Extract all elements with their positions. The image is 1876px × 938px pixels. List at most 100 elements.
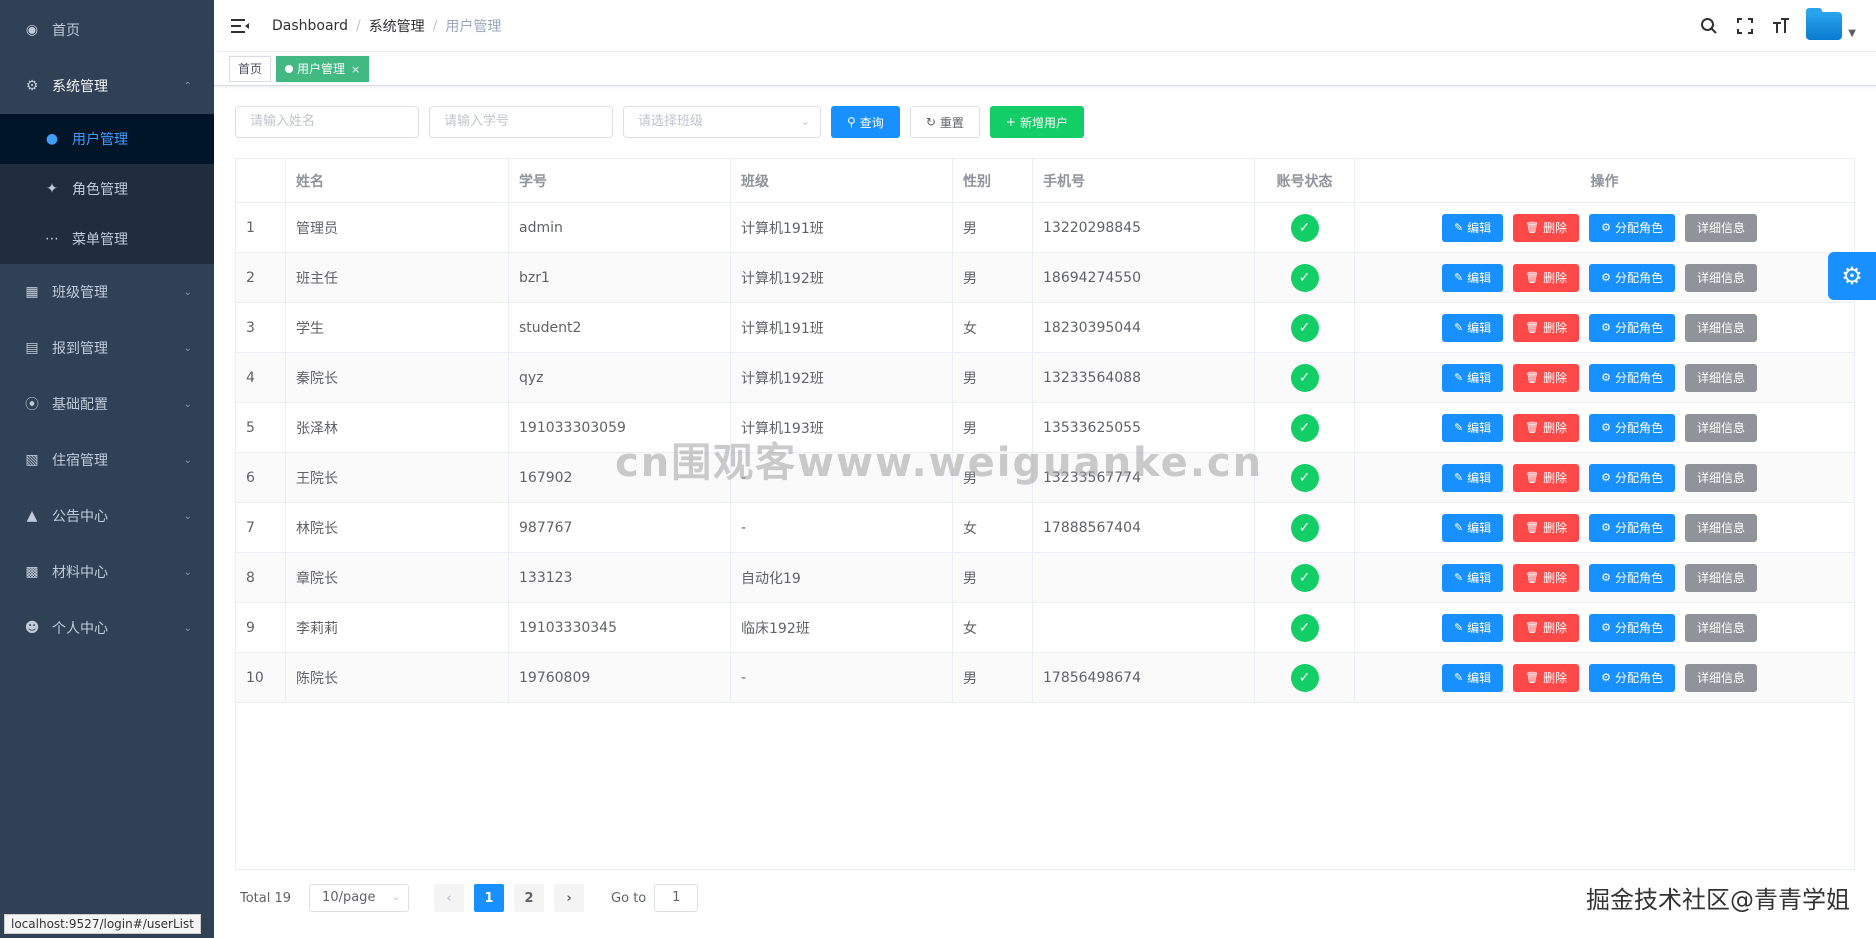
row-sex: 男 [953, 203, 1033, 252]
check-icon[interactable]: ✓ [1290, 563, 1319, 592]
details-button[interactable]: 详细信息 [1685, 413, 1758, 442]
check-icon[interactable]: ✓ [1290, 263, 1319, 292]
table-row: 10 陈院长 19760809- 男 17856498674 ✓ ✎ 编辑 🗑 删除 ⚙ 分配角色 详细… [236, 653, 1854, 703]
details-button[interactable]: 详细信息 [1685, 613, 1758, 642]
sidebar-item-profile[interactable]: ☻ 个人中心 ⌄ [0, 600, 214, 656]
delete-icon: 🗑 [1525, 521, 1540, 534]
check-icon[interactable]: ✓ [1290, 513, 1319, 542]
page-2-button[interactable]: 2 [514, 884, 545, 912]
edit-button[interactable]: ✎ 编辑 [1441, 363, 1504, 392]
edit-button[interactable]: ✎ 编辑 [1441, 563, 1504, 592]
edit-button[interactable]: ✎ 编辑 [1441, 613, 1504, 642]
delete-button[interactable]: 🗑 删除 [1513, 463, 1580, 492]
details-button[interactable]: 详细信息 [1685, 363, 1758, 392]
edit-button[interactable]: ✎ 编辑 [1441, 413, 1504, 442]
sidebar-item-system[interactable]: ⚙ 系统管理 ⌃ [0, 58, 214, 114]
table-row: 9 李莉莉 19103330345 临床192班女 ✓ ✎ 编辑 🗑 删除 ⚙ 分配角色 详细信息 [236, 603, 1854, 653]
caret-down-icon[interactable]: ▼ [1848, 28, 1856, 39]
check-icon[interactable]: ✓ [1290, 613, 1319, 642]
assign-role-button[interactable]: ⚙ 分配角色 [1589, 513, 1676, 542]
sidebar-item-menus[interactable]: ⋯ 菜单管理 [0, 214, 214, 264]
reset-button[interactable]: ↻ 重置 [909, 106, 980, 138]
check-icon[interactable]: ✓ [1290, 663, 1319, 692]
sidebar-item-config[interactable]: ⦿ 基础配置 ⌄ [0, 376, 214, 432]
search-icon[interactable] [1698, 15, 1720, 37]
header-student-id: 学号 [509, 159, 731, 202]
assign-role-button[interactable]: ⚙ 分配角色 [1589, 663, 1676, 692]
check-icon[interactable]: ✓ [1290, 313, 1319, 342]
search-button[interactable]: ⚲ 查询 [831, 106, 900, 138]
sidebar-item-users[interactable]: ● 用户管理 [0, 114, 214, 164]
settings-button[interactable]: ⚙ [1828, 252, 1876, 300]
chevron-down-icon: ⌄ [183, 342, 192, 354]
edit-button[interactable]: ✎ 编辑 [1441, 213, 1504, 242]
close-icon[interactable]: × [351, 63, 360, 76]
add-user-button-label: 新增用户 [1019, 115, 1068, 130]
breadcrumb-dashboard[interactable]: Dashboard [272, 18, 348, 34]
edit-button[interactable]: ✎ 编辑 [1441, 463, 1504, 492]
details-button[interactable]: 详细信息 [1685, 263, 1758, 292]
assign-role-button[interactable]: ⚙ 分配角色 [1589, 263, 1676, 292]
assign-role-icon: ⚙ [1601, 221, 1612, 234]
prev-page-button[interactable]: ‹ [434, 884, 465, 912]
check-icon[interactable]: ✓ [1290, 363, 1319, 392]
sidebar-item-notice[interactable]: ▲ 公告中心 ⌄ [0, 488, 214, 544]
assign-role-button[interactable]: ⚙ 分配角色 [1589, 413, 1676, 442]
tag-user-management[interactable]: 用户管理 × [276, 56, 370, 82]
delete-button[interactable]: 🗑 删除 [1513, 413, 1580, 442]
sidebar-item-dorm[interactable]: ▧ 住宿管理 ⌄ [0, 432, 214, 488]
fullscreen-icon[interactable] [1734, 15, 1756, 37]
delete-button[interactable]: 🗑 删除 [1513, 613, 1580, 642]
assign-role-button[interactable]: ⚙ 分配角色 [1589, 563, 1676, 592]
details-button[interactable]: 详细信息 [1685, 663, 1758, 692]
delete-button-label: 删除 [1543, 271, 1568, 285]
delete-icon: 🗑 [1525, 471, 1540, 484]
check-icon[interactable]: ✓ [1290, 463, 1319, 492]
sidebar-item-checkin[interactable]: ▤ 报到管理 ⌄ [0, 320, 214, 376]
assign-role-button[interactable]: ⚙ 分配角色 [1589, 613, 1676, 642]
header-class: 班级 [731, 159, 953, 202]
details-button[interactable]: 详细信息 [1685, 463, 1758, 492]
delete-icon: 🗑 [1525, 321, 1540, 334]
sidebar-item-home[interactable]: ◉ 首页 [0, 2, 214, 58]
goto-input[interactable]: 1 [654, 884, 699, 912]
delete-button[interactable]: 🗑 删除 [1513, 663, 1580, 692]
name-input[interactable]: 请输入姓名 [235, 106, 419, 138]
page-1-button[interactable]: 1 [474, 884, 505, 912]
font-size-icon[interactable] [1770, 15, 1792, 37]
add-user-button[interactable]: + 新增用户 [989, 106, 1084, 138]
sidebar-item-material[interactable]: ▩ 材料中心 ⌄ [0, 544, 214, 600]
edit-button[interactable]: ✎ 编辑 [1441, 663, 1504, 692]
next-page-button[interactable]: › [554, 884, 585, 912]
details-button[interactable]: 详细信息 [1685, 563, 1758, 592]
assign-role-button[interactable]: ⚙ 分配角色 [1589, 463, 1676, 492]
class-select[interactable]: 请选择班级 ⌄ [623, 106, 821, 138]
sidebar-item-roles[interactable]: ✦ 角色管理 [0, 164, 214, 214]
delete-button[interactable]: 🗑 删除 [1513, 263, 1580, 292]
assign-role-button[interactable]: ⚙ 分配角色 [1589, 363, 1676, 392]
check-icon[interactable]: ✓ [1290, 413, 1319, 442]
edit-button-label: 编辑 [1467, 471, 1492, 485]
edit-button[interactable]: ✎ 编辑 [1441, 513, 1504, 542]
breadcrumb-system[interactable]: 系统管理 [369, 16, 425, 36]
delete-button[interactable]: 🗑 删除 [1513, 213, 1580, 242]
edit-button[interactable]: ✎ 编辑 [1441, 263, 1504, 292]
assign-role-button[interactable]: ⚙ 分配角色 [1589, 213, 1676, 242]
delete-button[interactable]: 🗑 删除 [1513, 513, 1580, 542]
tag-home[interactable]: 首页 [229, 56, 272, 82]
hamburger-icon[interactable] [230, 16, 250, 36]
student-id-input[interactable]: 请输入学号 [429, 106, 613, 138]
details-button[interactable]: 详细信息 [1685, 313, 1758, 342]
sidebar-item-classes[interactable]: ▦ 班级管理 ⌄ [0, 264, 214, 320]
row-phone: 17856498674 [1033, 653, 1255, 702]
delete-button[interactable]: 🗑 删除 [1513, 313, 1580, 342]
page-size-select[interactable]: 10/page ⌄ [309, 884, 410, 912]
edit-button[interactable]: ✎ 编辑 [1441, 313, 1504, 342]
details-button[interactable]: 详细信息 [1685, 213, 1758, 242]
assign-role-button[interactable]: ⚙ 分配角色 [1589, 313, 1676, 342]
delete-button[interactable]: 🗑 删除 [1513, 363, 1580, 392]
avatar[interactable] [1806, 8, 1843, 40]
details-button[interactable]: 详细信息 [1685, 513, 1758, 542]
delete-button[interactable]: 🗑 删除 [1513, 563, 1580, 592]
check-icon[interactable]: ✓ [1290, 213, 1319, 242]
